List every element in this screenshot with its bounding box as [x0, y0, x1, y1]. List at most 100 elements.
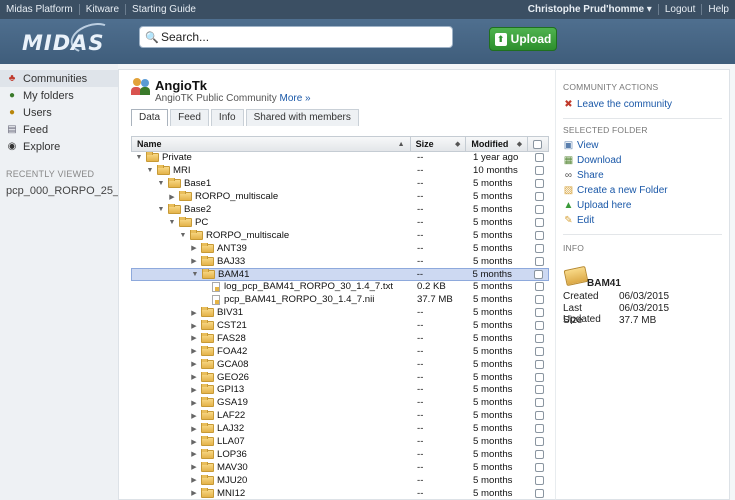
row-checkbox[interactable]	[534, 295, 544, 305]
table-row[interactable]: ▶ MJU20 -- 5 months	[131, 474, 549, 487]
row-checkbox[interactable]	[534, 243, 544, 253]
row-name[interactable]: BAJ33	[217, 256, 245, 267]
upload-here-link[interactable]: ▲ Upload here	[563, 198, 729, 213]
row-checkbox[interactable]	[534, 424, 544, 434]
expanded-arrow-icon[interactable]: ▼	[145, 167, 155, 174]
midas-platform-link[interactable]: Midas Platform	[0, 4, 80, 15]
collapsed-arrow-icon[interactable]: ▶	[189, 463, 199, 471]
table-row[interactable]: ▼ MRI -- 10 months	[131, 165, 549, 178]
row-name[interactable]: MRI	[173, 165, 191, 176]
select-all-checkbox[interactable]	[533, 139, 543, 149]
table-row[interactable]: ▼ Base1 -- 5 months	[131, 178, 549, 191]
collapsed-arrow-icon[interactable]: ▶	[189, 425, 199, 433]
row-checkbox[interactable]	[534, 282, 544, 292]
row-checkbox[interactable]	[534, 166, 544, 176]
select-all-header[interactable]	[528, 137, 548, 151]
table-row[interactable]: ▶ MAV30 -- 5 months	[131, 461, 549, 474]
row-checkbox[interactable]	[534, 437, 544, 447]
download-link[interactable]: ▦ Download	[563, 153, 729, 168]
table-row[interactable]: ▼ Base2 -- 5 months	[131, 204, 549, 217]
collapsed-arrow-icon[interactable]: ▶	[189, 347, 199, 355]
row-name[interactable]: MAV30	[217, 462, 248, 473]
user-menu[interactable]: Christophe Prud'homme ▾	[522, 4, 658, 15]
row-checkbox[interactable]	[533, 269, 543, 279]
row-checkbox[interactable]	[534, 385, 544, 395]
table-row[interactable]: ▶ FOA42 -- 5 months	[131, 345, 549, 358]
table-row[interactable]: ▶ LAF22 -- 5 months	[131, 410, 549, 423]
row-name[interactable]: Base2	[184, 204, 211, 215]
search-box[interactable]: 🔍 Search...	[139, 26, 453, 48]
row-checkbox[interactable]	[534, 488, 544, 498]
create-folder-link[interactable]: ▧ Create a new Folder	[563, 183, 729, 198]
row-name[interactable]: LOP36	[217, 449, 247, 460]
tab-info[interactable]: Info	[210, 109, 244, 126]
row-name[interactable]: PC	[195, 217, 208, 228]
collapsed-arrow-icon[interactable]: ▶	[189, 244, 199, 252]
row-checkbox[interactable]	[534, 449, 544, 459]
table-row[interactable]: ▶ FAS28 -- 5 months	[131, 332, 549, 345]
row-checkbox[interactable]	[534, 321, 544, 331]
row-name[interactable]: FAS28	[217, 333, 246, 344]
view-link[interactable]: ▣ View	[563, 138, 729, 153]
table-row[interactable]: pcp_BAM41_RORPO_30_1.4_7.nii 37.7 MB 5 mon…	[131, 294, 549, 307]
table-row[interactable]: ▶ ANT39 -- 5 months	[131, 242, 549, 255]
collapsed-arrow-icon[interactable]: ▶	[189, 386, 199, 394]
sidebar-item-users[interactable]: ● Users	[0, 104, 118, 121]
leave-community-link[interactable]: ✖ Leave the community	[563, 97, 729, 112]
row-name[interactable]: RORPO_multiscale	[195, 191, 278, 202]
table-row[interactable]: ▼ Private -- 1 year ago	[131, 152, 549, 165]
row-name[interactable]: BAM41	[218, 269, 249, 280]
expanded-arrow-icon[interactable]: ▼	[178, 232, 188, 239]
expanded-arrow-icon[interactable]: ▼	[156, 206, 166, 213]
sidebar-item-feed[interactable]: ▤ Feed	[0, 121, 118, 138]
name-column-header[interactable]: Name ▲	[132, 137, 411, 151]
row-checkbox[interactable]	[534, 462, 544, 472]
row-checkbox[interactable]	[534, 217, 544, 227]
tab-shared-with-members[interactable]: Shared with members	[245, 109, 359, 126]
row-name[interactable]: pcp_BAM41_RORPO_30_1.4_7.nii	[224, 294, 374, 305]
sidebar-item-communities[interactable]: ♣ Communities	[0, 70, 118, 87]
table-row[interactable]: ▶ CST21 -- 5 months	[131, 320, 549, 333]
sidebar-item-my-folders[interactable]: ● My folders	[0, 87, 118, 104]
row-checkbox[interactable]	[534, 475, 544, 485]
row-name[interactable]: Private	[162, 152, 192, 163]
collapsed-arrow-icon[interactable]: ▶	[189, 309, 199, 317]
row-name[interactable]: log_pcp_BAM41_RORPO_30_1.4_7.txt	[224, 281, 393, 292]
row-checkbox[interactable]	[534, 205, 544, 214]
tab-data[interactable]: Data	[131, 109, 169, 126]
row-name[interactable]: ANT39	[217, 243, 247, 254]
table-row[interactable]: ▶ LLA07 -- 5 months	[131, 436, 549, 449]
row-checkbox[interactable]	[534, 411, 544, 421]
collapsed-arrow-icon[interactable]: ▶	[167, 193, 177, 201]
table-row[interactable]: ▶ GSA19 -- 5 months	[131, 397, 549, 410]
row-name[interactable]: Base1	[184, 178, 211, 189]
row-checkbox[interactable]	[534, 346, 544, 356]
row-name[interactable]: LAJ32	[217, 423, 244, 434]
row-checkbox[interactable]	[534, 333, 544, 343]
row-checkbox[interactable]	[534, 153, 544, 163]
logout-link[interactable]: Logout	[657, 4, 702, 15]
collapsed-arrow-icon[interactable]: ▶	[189, 360, 199, 368]
table-row[interactable]: ▶ MNI12 -- 5 months	[131, 487, 549, 500]
help-link[interactable]: Help	[701, 4, 735, 15]
table-row[interactable]: ▼ PC -- 5 months	[131, 216, 549, 229]
table-row[interactable]: ▶ GPI13 -- 5 months	[131, 384, 549, 397]
kitware-link[interactable]: Kitware	[80, 4, 127, 15]
search-input[interactable]: Search...	[161, 30, 209, 44]
collapsed-arrow-icon[interactable]: ▶	[189, 399, 199, 407]
table-row[interactable]: ▶ BAJ33 -- 5 months	[131, 255, 549, 268]
table-row[interactable]: ▶ LOP36 -- 5 months	[131, 448, 549, 461]
collapsed-arrow-icon[interactable]: ▶	[189, 334, 199, 342]
row-checkbox[interactable]	[534, 230, 544, 240]
collapsed-arrow-icon[interactable]: ▶	[189, 322, 199, 330]
collapsed-arrow-icon[interactable]: ▶	[189, 489, 199, 497]
row-name[interactable]: GSA19	[217, 397, 248, 408]
modified-column-header[interactable]: Modified ◆	[466, 137, 529, 151]
row-checkbox[interactable]	[534, 398, 544, 408]
tab-feed[interactable]: Feed	[170, 109, 209, 126]
upload-button[interactable]: ⬆ Upload	[489, 27, 557, 51]
expanded-arrow-icon[interactable]: ▼	[190, 271, 200, 278]
expanded-arrow-icon[interactable]: ▼	[134, 154, 144, 161]
midas-logo[interactable]: MIDAS	[22, 31, 105, 55]
row-name[interactable]: GPI13	[217, 384, 244, 395]
